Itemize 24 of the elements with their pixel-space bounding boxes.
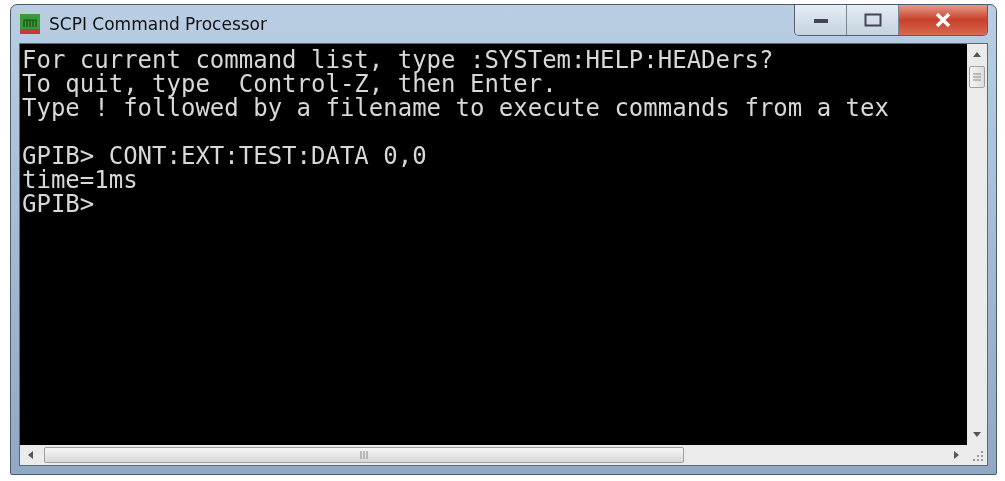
close-icon (934, 12, 952, 28)
scrollbar-thumb[interactable] (44, 447, 684, 463)
console-line: For current command list, type :SYSTem:HELP:HEADers? (22, 48, 775, 72)
grip-lines-icon (973, 72, 981, 82)
scroll-right-icon[interactable] (953, 450, 961, 460)
scroll-left-icon[interactable] (26, 450, 34, 460)
minimize-icon (812, 16, 829, 24)
console-line: Type ! followed by a filename to execute commands from a tex (22, 96, 890, 120)
window-title: SCPI Command Processor (49, 14, 267, 34)
vertical-scrollbar[interactable] (967, 44, 987, 445)
console-line: GPIB> CONT:EXT:TEST:DATA 0,0 (22, 144, 428, 168)
grip-lines-icon (359, 451, 369, 459)
scroll-down-icon[interactable] (972, 431, 982, 439)
console-line: GPIB> (22, 192, 96, 216)
close-button[interactable] (899, 5, 987, 35)
resize-grip-icon[interactable] (971, 449, 983, 461)
scrollbar-thumb[interactable] (969, 66, 985, 88)
scroll-up-icon[interactable] (972, 50, 982, 58)
app-icon (19, 13, 41, 35)
console-line: To quit, type Control-Z, then Enter. (22, 72, 558, 96)
maximize-button[interactable] (847, 5, 899, 35)
console-line: time=1ms (22, 168, 139, 192)
maximize-icon (863, 13, 882, 27)
minimize-button[interactable] (795, 5, 847, 35)
